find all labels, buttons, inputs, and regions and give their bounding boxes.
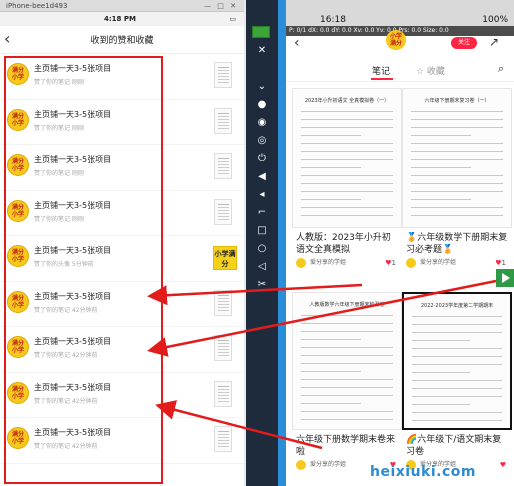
square-icon[interactable]: □ xyxy=(254,224,270,238)
like-button[interactable]: ♥ xyxy=(500,458,506,472)
paper-heading: 人教版数学六年级下册期末检测卷 xyxy=(309,302,385,308)
note-card[interactable]: 2022-2023学年度第二学期期末 🌈六年级下/语文期末复习卷 爱分享的学姐 ♥ xyxy=(402,292,512,472)
side-toolbar: ✕ ⌄ ● ◉ ◎ ⏻ ◀ ◂ ⌐ □ ○ ◁ ✂ xyxy=(246,0,278,486)
author-avatar[interactable] xyxy=(296,258,306,268)
back-triangle-icon[interactable]: ◁ xyxy=(254,260,270,274)
note-thumbnail[interactable] xyxy=(214,335,232,361)
note-card[interactable]: 2023年小升初语文 全真模拟卷（一） 人教版：2023年小升初语文全真模拟 爱分享… xyxy=(292,88,402,270)
author-avatar[interactable] xyxy=(296,460,306,470)
chevron-down-icon[interactable]: ⌄ xyxy=(254,80,270,94)
note-thumbnail[interactable] xyxy=(214,380,232,407)
note-thumbnail[interactable] xyxy=(214,62,232,88)
watermark: heixiuki.com xyxy=(370,464,476,480)
profile-tabs: 笔记 ☆ 收藏 ⌕ xyxy=(286,60,514,82)
status-time: 4:18 PM xyxy=(104,15,136,23)
eye-icon[interactable]: ◉ xyxy=(254,116,270,130)
like-count: 1 xyxy=(391,259,396,267)
window-title: iPhone-bee1d493 xyxy=(6,2,68,10)
volume-up-icon[interactable]: ◀ xyxy=(254,170,270,184)
screen-icon[interactable] xyxy=(252,26,270,38)
note-cover[interactable]: 2022-2023学年度第二学期期末 xyxy=(402,292,512,430)
author-name: 爱分享的学姐 xyxy=(310,259,347,266)
note-cover[interactable]: 人教版数学六年级下册期末检测卷 xyxy=(292,292,402,430)
highlight-box xyxy=(4,56,163,484)
note-title[interactable]: 人教版：2023年小升初语文全真模拟 xyxy=(292,228,402,256)
page-title: 收到的赞和收藏 xyxy=(90,36,154,46)
note-author: 爱分享的学姐 ♥1 xyxy=(292,256,402,270)
profile-nav: ‹ 小学 满分 关注 ↗ xyxy=(286,30,514,52)
nav-bar: ‹ 收到的赞和收藏 xyxy=(0,26,244,54)
left-phone: iPhone-bee1d493 — □ ✕ 4:18 PM ▭ ‹ 收到的赞和收… xyxy=(0,0,244,486)
note-thumbnail[interactable] xyxy=(214,107,232,134)
note-thumbnail[interactable] xyxy=(214,426,232,452)
like-button[interactable]: ♥1 xyxy=(495,256,506,270)
status-time: 16:18 xyxy=(320,15,346,25)
share-icon[interactable]: ↗ xyxy=(489,35,499,49)
power-icon[interactable]: ⏻ xyxy=(254,152,270,166)
status-bar: 4:18 PM ▭ xyxy=(0,12,244,26)
paper-heading: 2022-2023学年度第二学期期末 xyxy=(420,303,494,309)
battery-icon: ▭ xyxy=(229,15,236,23)
note-card[interactable]: 人教版数学六年级下册期末检测卷 六年级下册数学期末卷来啦 爱分享的学姐 ♥ xyxy=(292,292,402,472)
tab-underline xyxy=(371,78,393,80)
paper-heading: 2023年小升初语文 全真模拟卷（一） xyxy=(304,98,390,104)
search-icon[interactable]: ⌕ xyxy=(498,62,504,76)
scissors-icon[interactable]: ✂ xyxy=(254,278,270,292)
follow-button[interactable]: 关注 xyxy=(451,37,477,49)
note-title[interactable]: 🏅六年级数学下册期末复习必考题🏅 xyxy=(402,228,512,256)
desktop-strip xyxy=(278,0,286,486)
battery-percent: 100% xyxy=(482,15,508,25)
play-icon[interactable] xyxy=(496,269,514,287)
tab-favorites[interactable]: ☆ 收藏 xyxy=(416,64,445,77)
screen: iPhone-bee1d493 — □ ✕ 4:18 PM ▭ ‹ 收到的赞和收… xyxy=(0,0,514,486)
avatar-thumbnail[interactable]: 小学满分 xyxy=(213,246,237,270)
heart-icon: ♥ xyxy=(499,461,506,469)
circle-icon[interactable]: ○ xyxy=(254,242,270,256)
note-thumbnail[interactable] xyxy=(214,289,232,316)
expand-icon[interactable]: ✕ xyxy=(254,44,270,58)
right-phone: 16:18 100% P: 0/1 dX: 0.0 dY: 0.0 Xv: 0.… xyxy=(286,0,514,486)
window-title-bar: iPhone-bee1d493 — □ ✕ xyxy=(0,0,244,12)
note-thumbnail[interactable] xyxy=(214,198,232,225)
note-cover[interactable]: 六年级下册期末复习卷（一） xyxy=(402,88,512,228)
record-icon[interactable]: ● xyxy=(254,98,270,112)
note-thumbnail[interactable] xyxy=(214,153,232,179)
avatar[interactable]: 小学 满分 xyxy=(386,30,406,50)
author-name: 爱分享的学姐 xyxy=(310,461,347,468)
note-card[interactable]: 六年级下册期末复习卷（一） 🏅六年级数学下册期末复习必考题🏅 爱分享的学姐 ♥1 xyxy=(402,88,512,270)
volume-down-icon[interactable]: ◂ xyxy=(254,188,270,202)
note-title[interactable]: 🌈六年级下/语文期末复习卷 xyxy=(402,430,512,458)
note-title[interactable]: 六年级下册数学期末卷来啦 xyxy=(292,430,402,458)
eye-off-icon[interactable]: ◎ xyxy=(254,134,270,148)
note-cover[interactable]: 2023年小升初语文 全真模拟卷（一） xyxy=(292,88,402,228)
like-count: 1 xyxy=(501,259,506,267)
back-icon[interactable]: ‹ xyxy=(294,35,300,51)
crop-icon[interactable]: ⌐ xyxy=(254,206,270,220)
window-controls[interactable]: — □ ✕ xyxy=(204,0,238,12)
paper-heading: 六年级下册期末复习卷（一） xyxy=(424,98,490,104)
author-avatar[interactable] xyxy=(406,258,416,268)
tab-notes[interactable]: 笔记 xyxy=(372,64,390,77)
author-name: 爱分享的学姐 xyxy=(420,259,457,266)
note-author: 爱分享的学姐 ♥1 xyxy=(402,256,512,270)
like-button[interactable]: ♥1 xyxy=(385,256,396,270)
